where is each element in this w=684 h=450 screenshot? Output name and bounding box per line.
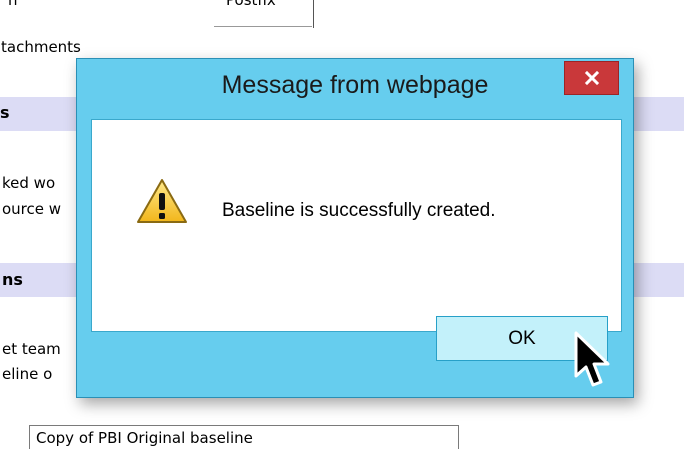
team-fragment: et team [2, 340, 61, 358]
linked-work-fragment: ked wo [2, 174, 56, 192]
top-left-fragment: n [8, 0, 18, 9]
dialog-body [91, 119, 622, 332]
postfix-underline [214, 26, 312, 27]
warning-icon [137, 179, 187, 223]
mouse-pointer-icon [574, 331, 610, 387]
postfix-label: Postfix [226, 0, 276, 9]
dialog-title: Message from webpage [221, 71, 489, 99]
section-header-fragment-2: ns [2, 270, 23, 289]
baseline-fragment: eline o [2, 365, 53, 383]
baseline-name-field[interactable]: Copy of PBI Original baseline [29, 425, 459, 449]
close-button[interactable] [564, 61, 619, 95]
attachments-fragment: tachments [1, 38, 81, 56]
dialog-message: Baseline is successfully created. [222, 200, 496, 221]
source-fragment: ource w [2, 200, 62, 218]
section-header-fragment: s [0, 103, 10, 122]
postfix-separator [313, 0, 314, 28]
close-icon [584, 70, 599, 86]
message-dialog: Message from webpage Baseline is success… [76, 58, 634, 398]
